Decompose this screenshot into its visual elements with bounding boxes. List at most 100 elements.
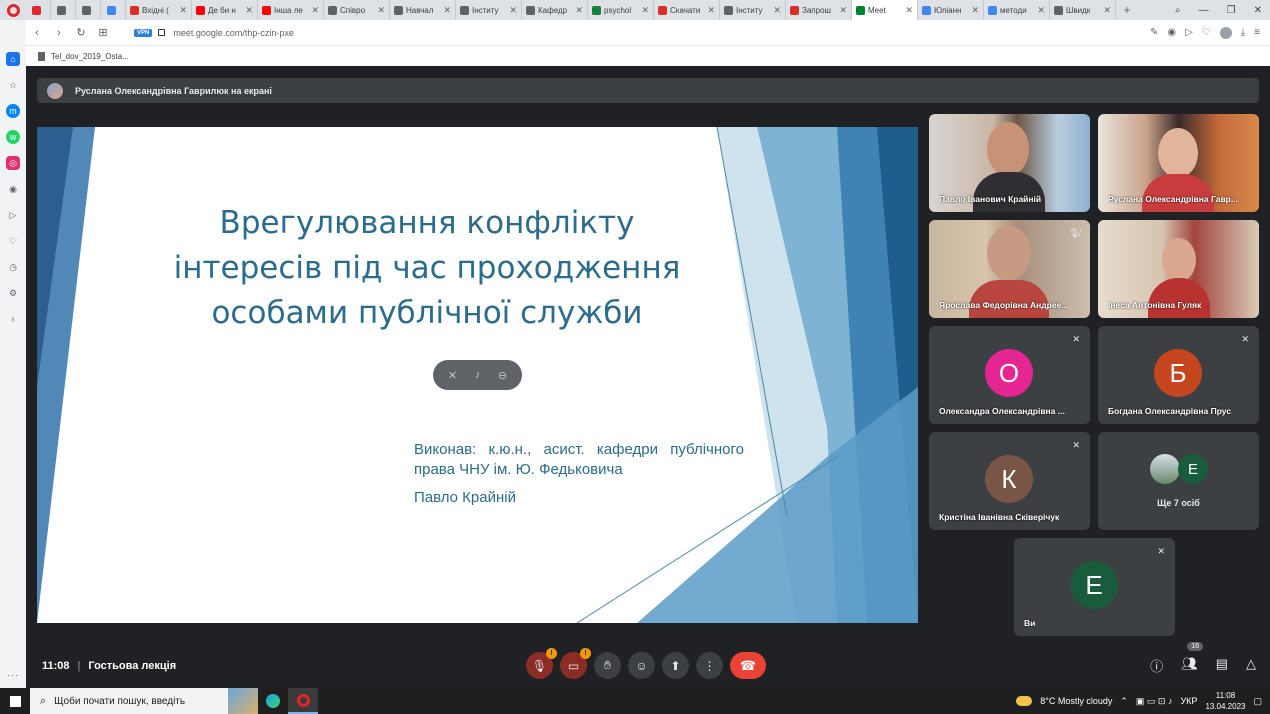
camera-button[interactable]: ▭! [560,648,591,679]
emoji-button[interactable]: ☺ [628,652,655,679]
more-options-button[interactable]: ⋮ [696,652,723,679]
raise-hand-button[interactable]: ✋︎ [594,652,621,679]
weather-text[interactable]: 8°C Mostly cloudy [1040,696,1112,706]
lock-icon[interactable] [158,29,166,36]
chevron-up-icon[interactable]: ⌃ [1120,696,1128,707]
participant-tile[interactable]: 🎙︎̸ Ярослава Федорівна Андрее... [929,220,1090,318]
back-icon[interactable]: ‹ [26,27,48,39]
browser-tab[interactable]: Інститу ✕ [720,0,786,20]
browser-tab[interactable] [26,0,51,20]
participant-tile[interactable]: ✕ О Олександра Олександрівна ... [929,326,1090,424]
tabs-grid-icon[interactable]: ⊞ [92,26,114,39]
browser-tab[interactable]: Інститу ✕ [456,0,522,20]
player-icon[interactable]: ◉ [6,182,20,196]
browser-tab[interactable]: методи ✕ [984,0,1050,20]
browser-tab[interactable]: Швидк ✕ [1050,0,1116,20]
browser-tab[interactable] [101,0,126,20]
pin-off-icon[interactable]: ✕ [448,369,457,382]
new-tab-button[interactable]: + [1116,3,1138,17]
close-window-icon[interactable]: ✕ [1254,5,1262,16]
self-tile[interactable]: ✕ Е Ви [1014,538,1175,636]
edit-icon[interactable]: ✎ [1150,27,1158,38]
chat-icon[interactable]: ▤ [1216,656,1228,675]
instagram-icon[interactable]: ◎ [6,156,20,170]
browser-tab[interactable]: Запрош ✕ [786,0,852,20]
close-tab-icon[interactable]: ✕ [641,5,649,16]
close-tab-icon[interactable]: ✕ [971,5,979,16]
browser-tab[interactable]: Де би н ✕ [192,0,258,20]
url-field[interactable]: meet.google.com/thp-czin-pxe [173,28,294,38]
start-button[interactable] [0,695,30,707]
download-icon[interactable]: ⤓ [1241,27,1245,38]
people-icon[interactable]: 👥︎ 16 [1181,642,1203,675]
send-icon[interactable]: ▷ [1185,27,1193,38]
history-icon[interactable]: ◷ [6,260,20,274]
close-tab-icon[interactable]: ✕ [1103,5,1111,16]
settings-icon[interactable]: ⚙ [6,286,20,300]
activities-icon[interactable]: △ [1246,656,1256,675]
bookmark-item[interactable]: Tel_dov_2019_Osta... [51,52,129,61]
more-icon[interactable]: ··· [7,670,19,680]
vpn-badge[interactable]: VPN [134,28,153,37]
heart-icon[interactable]: ♡ [6,234,20,248]
browser-tab[interactable]: Вхідні (✕ [126,0,192,20]
send-icon[interactable]: ▷ [6,208,20,222]
profile-avatar[interactable] [1219,26,1232,39]
browser-tab[interactable]: Кафедр ✕ [522,0,588,20]
mute-icon[interactable]: ♪ [475,369,481,381]
participant-tile[interactable]: ✕ К Кристіна Іванівна Сківерічук [929,432,1090,530]
star-icon[interactable]: ☆ [6,78,20,92]
close-tab-icon[interactable]: ✕ [377,5,385,16]
close-tab-icon[interactable]: ✕ [839,5,847,16]
close-tab-icon[interactable]: ✕ [311,5,319,16]
close-tab-icon[interactable]: ✕ [773,5,781,16]
browser-tab[interactable]: Співро ✕ [324,0,390,20]
participant-tile[interactable]: Інеса Антонівна Гуляк [1098,220,1259,318]
close-tab-icon[interactable]: ✕ [245,5,253,16]
present-button[interactable]: ⬆ [662,652,689,679]
weather-icon[interactable] [1016,696,1033,706]
home-icon[interactable]: ⌂ [6,52,20,66]
browser-tab[interactable]: Інша ле ✕ [258,0,324,20]
participant-tile[interactable]: Павло Іванович Крайній [929,114,1090,212]
taskbar-search[interactable]: ⌕ Щоби почати пошук, введіть [30,688,258,714]
participant-tile[interactable]: ✕ Б Богдана Олександрівна Прус [1098,326,1259,424]
minimize-icon[interactable]: — [1199,5,1209,16]
bulb-icon[interactable]: ♁ [6,312,20,326]
messenger-icon[interactable]: m [6,104,20,118]
end-call-button[interactable]: ☎︎ [730,652,766,679]
browser-tab[interactable]: psychol ✕ [588,0,654,20]
language-indicator[interactable]: УКР [1180,696,1197,706]
close-tab-icon[interactable]: ✕ [179,5,187,16]
close-tab-icon[interactable]: ✕ [707,5,715,16]
close-tab-icon[interactable]: ✕ [575,5,583,16]
info-icon[interactable]: ⓘ [1150,656,1163,675]
browser-tab[interactable] [51,0,76,20]
participant-tile[interactable]: Руслана Олександрівна Гавр... [1098,114,1259,212]
taskbar-clock[interactable]: 11:08 13.04.2023 [1205,690,1245,712]
menu-icon[interactable]: ≡ [1254,27,1260,38]
heart-icon[interactable]: ♡ [1202,27,1211,38]
browser-tab[interactable]: Meet ✕ [852,0,918,20]
more-participants-tile[interactable]: Е Ще 7 осіб [1098,432,1259,530]
opera-taskbar-app[interactable] [288,688,318,714]
close-tab-icon[interactable]: ✕ [443,5,451,16]
tray-icons[interactable]: ▣ ▭ ⊡ ♪ [1136,696,1173,707]
search-tabs-icon[interactable]: ⌕ [1175,5,1181,16]
edge-taskbar-app[interactable] [258,688,288,714]
forward-icon[interactable]: › [48,27,70,39]
close-tab-icon[interactable]: ✕ [509,5,517,16]
whatsapp-icon[interactable]: w [6,130,20,144]
close-tab-icon[interactable]: ✕ [1037,5,1045,16]
remove-icon[interactable]: ⊖ [498,369,507,382]
notifications-icon[interactable]: ▢ [1253,696,1262,707]
reload-icon[interactable]: ↻ [70,26,92,39]
microphone-button[interactable]: 🎙︎! [526,648,557,679]
camera-icon[interactable]: ◉ [1167,27,1176,38]
browser-tab[interactable]: Навчал ✕ [390,0,456,20]
opera-menu-icon[interactable] [0,0,26,20]
maximize-icon[interactable]: ❐ [1227,5,1236,16]
close-tab-icon[interactable]: ✕ [905,5,913,16]
browser-tab[interactable] [76,0,101,20]
browser-tab[interactable]: Скачати ✕ [654,0,720,20]
